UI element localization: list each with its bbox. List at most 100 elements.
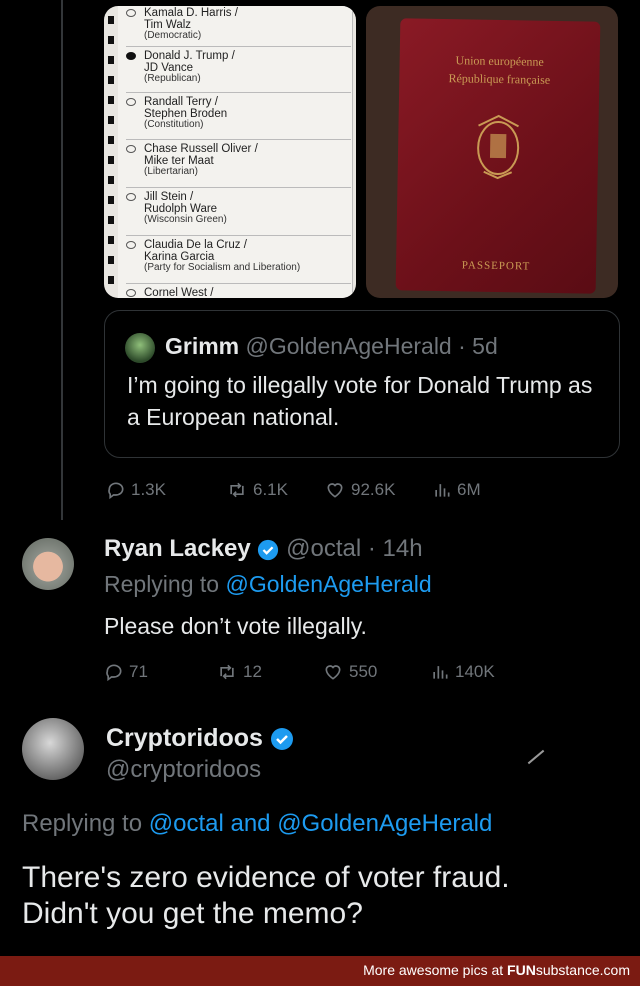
analytics-icon: [433, 666, 448, 679]
like-button[interactable]: 92.6K: [324, 480, 395, 500]
ballot-separator: [126, 283, 351, 284]
ballot-candidate: Randall Terry / Stephen Broden (Constituti…: [126, 96, 354, 130]
view-count: 140K: [455, 662, 495, 681]
ballot-candidate: Jill Stein / Rudolph Ware (Wisconsin Green…: [126, 191, 354, 225]
like-count: 92.6K: [351, 480, 396, 499]
party: (Constitution): [144, 119, 204, 130]
repost-icon: [230, 482, 244, 498]
reply2-header: Cryptoridoos: [106, 724, 294, 753]
quoted-tweet[interactable]: Grimm @GoldenAgeHerald · 5d I’m going to…: [104, 310, 620, 458]
ballot-oval: [126, 98, 136, 106]
replying-to: Replying to @GoldenAgeHerald: [104, 571, 432, 598]
like-count: 550: [349, 662, 378, 681]
ballot-oval: [126, 52, 136, 60]
ballot-separator: [126, 139, 351, 140]
handle[interactable]: @GoldenAgeHerald: [246, 333, 452, 359]
party: (Republican): [144, 73, 201, 84]
reply-button[interactable]: 71: [104, 662, 148, 682]
candidate-name: Cornel West /: [144, 287, 214, 298]
mention-link[interactable]: @GoldenAgeHerald: [225, 571, 431, 597]
thread-line: [61, 0, 63, 520]
view-count: 6M: [457, 480, 481, 499]
like-button[interactable]: 550: [322, 662, 377, 682]
passport-line1: Union européenne: [455, 53, 544, 69]
display-name[interactable]: Grimm: [165, 333, 239, 359]
avatar[interactable]: [22, 538, 74, 590]
handle[interactable]: @octal: [286, 535, 361, 562]
watermark-footer: More awesome pics at FUNsubstance.com: [0, 956, 640, 986]
replying-prefix: Replying to: [22, 810, 143, 837]
verified-badge-icon: [270, 728, 293, 751]
quoted-tweet-header: Grimm @GoldenAgeHerald · 5d: [165, 333, 498, 360]
party: (Party for Socialism and Liberation): [144, 262, 301, 273]
repost-icon: [220, 664, 234, 680]
passport-label: PASSEPORT: [461, 259, 531, 273]
heart-icon: [327, 483, 343, 498]
ballot-oval: [126, 289, 136, 297]
reply2-text: There's zero evidence of voter fraud. Di…: [22, 860, 510, 932]
verified-badge-icon: [258, 539, 279, 560]
mention-link[interactable]: @octal and @GoldenAgeHerald: [149, 810, 493, 837]
ballot-separator: [126, 46, 351, 47]
avatar[interactable]: [125, 333, 155, 363]
candidate-name: Chase Russell Oliver /: [144, 143, 258, 155]
ballot-separator: [126, 235, 351, 236]
replying-to: Replying to @octal and @GoldenAgeHerald: [22, 810, 492, 838]
passport-cover: Union européenne République française PA…: [395, 18, 601, 294]
handle[interactable]: @cryptoridoos: [106, 756, 261, 784]
timestamp[interactable]: · 5d: [458, 333, 498, 359]
footer-brand-rest: substance.com: [535, 962, 630, 978]
ballot-oval: [126, 145, 136, 153]
repost-count: 6.1K: [253, 480, 288, 499]
reply2-text-line2: Didn't you get the memo?: [22, 897, 363, 930]
reply-button[interactable]: 1.3K: [106, 480, 166, 500]
passport-image[interactable]: Union européenne République française PA…: [366, 6, 618, 298]
footer-text[interactable]: More awesome pics at FUNsubstance.com: [363, 962, 630, 978]
repost-count: 12: [243, 662, 262, 681]
ballot-candidate: Donald J. Trump / JD Vance (Republican): [126, 50, 354, 84]
replying-prefix: Replying to: [104, 571, 220, 597]
ballot-candidate: Cornel West /: [126, 287, 354, 298]
reply1-header: Ryan Lackey @octal · 14h: [104, 535, 423, 563]
ballot-candidate: Claudia De la Cruz / Karina Garcia (Party …: [126, 239, 354, 273]
reply-count: 1.3K: [131, 480, 166, 499]
coat-of-arms-icon: [477, 114, 520, 180]
divider-mark: [527, 749, 545, 765]
ballot-candidate: Kamala D. Harris / Tim Walz (Democratic): [126, 7, 354, 41]
avatar[interactable]: [22, 718, 84, 780]
quoted-tweet-text: I’m going to illegally vote for Donald T…: [127, 372, 593, 430]
footer-brand-bold: FUN: [507, 962, 536, 978]
views-button[interactable]: 140K: [430, 662, 495, 682]
timestamp[interactable]: · 14h: [368, 535, 423, 562]
ballot-separator: [126, 92, 351, 93]
reply-icon: [108, 482, 124, 500]
candidate-name: Kamala D. Harris /: [144, 7, 238, 19]
party: (Wisconsin Green): [144, 214, 227, 225]
candidate-name: Claudia De la Cruz /: [144, 239, 247, 251]
passport-line2: République française: [448, 71, 551, 87]
reply1-text: Please don’t vote illegally.: [104, 613, 367, 639]
ballot-oval: [126, 241, 136, 249]
ballot-image[interactable]: Kamala D. Harris / Tim Walz (Democratic) Do…: [104, 6, 356, 298]
party: (Democratic): [144, 30, 202, 41]
ballot-separator: [126, 187, 351, 188]
footer-prefix: More awesome pics at: [363, 962, 504, 978]
heart-icon: [325, 665, 341, 680]
candidate-name: Randall Terry /: [144, 96, 218, 108]
reply2-text-line1: There's zero evidence of voter fraud.: [22, 861, 510, 894]
repost-button[interactable]: 12: [216, 662, 262, 682]
repost-button[interactable]: 6.1K: [226, 480, 288, 500]
ballot-oval: [126, 9, 136, 17]
display-name[interactable]: Ryan Lackey: [104, 535, 251, 562]
reply-icon: [106, 664, 122, 682]
candidate-name: Donald J. Trump /: [144, 50, 235, 62]
reply-count: 71: [129, 662, 148, 681]
ballot-candidate: Chase Russell Oliver / Mike ter Maat (Libe…: [126, 143, 354, 177]
ballot-timing-marks: [108, 6, 116, 298]
display-name[interactable]: Cryptoridoos: [106, 724, 263, 752]
analytics-icon: [435, 484, 450, 497]
ballot-oval: [126, 193, 136, 201]
candidate-name: Jill Stein /: [144, 191, 194, 203]
party: (Libertarian): [144, 166, 198, 177]
views-button[interactable]: 6M: [432, 480, 481, 500]
